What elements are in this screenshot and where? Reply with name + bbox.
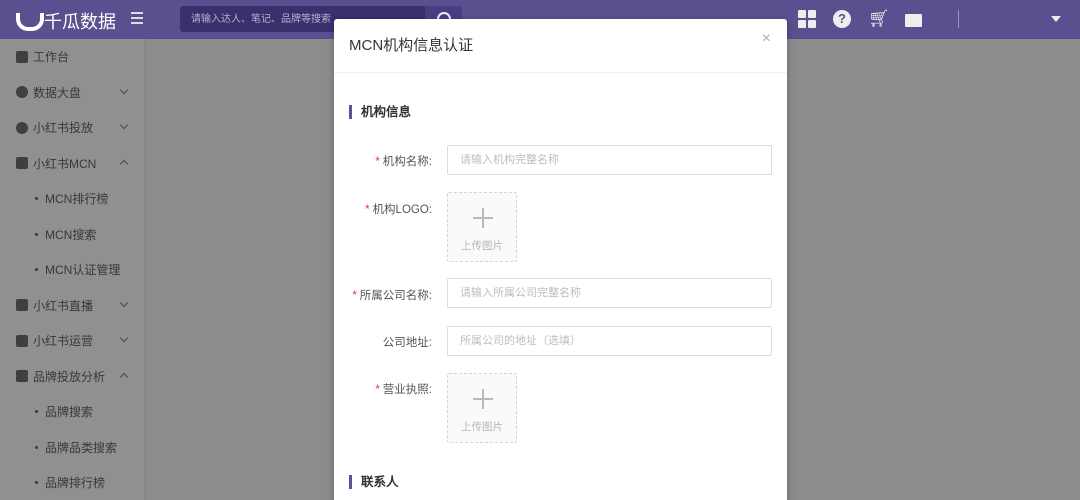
sidebar-item-label: MCN排行榜 [45,192,109,207]
chevron-down-icon [119,298,129,307]
trend-chart-icon [16,370,28,383]
business-license-upload[interactable]: 上传图片 [447,373,517,443]
apps-grid-icon[interactable] [798,10,816,28]
chevron-down-icon [119,120,129,130]
plus-icon [473,208,493,228]
business-license-label: * 营业执照: [334,381,432,397]
logo-icon [14,11,44,31]
close-icon[interactable]: × [762,31,771,47]
sidebar-subitem-brand-ranking[interactable]: 品牌排行榜 [0,465,144,500]
mcn-certification-modal: MCN机构信息认证 × 机构信息 *机构名称: *机构LOGO: 上传图片 *所… [334,19,787,500]
sidebar-subitem-mcn-search[interactable]: MCN搜索 [0,217,144,253]
sidebar-item-label: 小红书MCN [33,156,97,171]
company-name-field[interactable] [447,278,772,308]
modal-header: MCN机构信息认证 × [334,19,787,73]
chevron-down-icon [119,333,129,343]
field-label-text: 机构LOGO: [372,204,432,216]
required-marker: * [365,204,370,216]
upload-label: 上传图片 [461,240,503,252]
chevron-down-icon [119,85,129,94]
video-icon [16,299,28,312]
modal-title: MCN机构信息认证 [349,37,474,54]
sidebar-item-label: MCN认证管理 [45,263,121,278]
sidebar-item-workbench[interactable]: 工作台 [0,39,144,75]
chevron-up-icon [119,159,129,168]
sidebar-item-label: 小红书运营 [33,334,94,349]
section-title-org-info: 机构信息 [349,105,411,119]
sidebar-item-label: 小红书直播 [33,298,94,313]
sidebar-item-xhs-live[interactable]: 小红书直播 [0,288,144,324]
sidebar-item-label: 品牌投放分析 [33,369,106,384]
help-icon[interactable]: ? [833,10,851,28]
org-logo-upload[interactable]: 上传图片 [447,192,517,262]
sidebar-item-label: 品牌搜索 [45,405,94,420]
sidebar-item-xhs-ads[interactable]: 小红书投放 [0,110,144,146]
cart-icon[interactable]: 🛒︎ [868,10,890,28]
sidebar-subitem-brand-category-search[interactable]: 品牌品类搜索 [0,430,144,466]
app-title: 千瓜数据 [44,12,116,32]
sidebar-subitem-mcn-certification[interactable]: MCN认证管理 [0,252,144,288]
sidebar-item-xhs-operations[interactable]: 小红书运营 [0,323,144,359]
plus-icon [473,389,493,409]
sidebar-item-label: 品牌品类搜索 [45,440,118,455]
sidebar-item-label: 数据大盘 [33,85,82,100]
pie-chart-icon [16,86,28,99]
sidebar-item-label: 小红书投放 [33,121,94,136]
sidebar-item-data-overview[interactable]: 数据大盘 [0,75,144,111]
menu-toggle-icon[interactable] [131,12,145,26]
user-menu-caret-icon[interactable] [1051,16,1061,22]
mail-icon[interactable] [905,13,922,27]
required-marker: * [375,156,380,168]
sidebar-item-label: 品牌排行榜 [45,476,106,491]
sidebar-item-label: 工作台 [33,50,70,65]
org-logo-label: * 机构LOGO: [334,201,432,217]
building-icon [16,157,28,170]
org-name-field[interactable] [447,145,772,175]
required-marker: * [352,290,357,302]
section-title-contact: 联系人 [349,475,399,489]
dollar-icon [16,121,28,134]
store-icon [16,334,28,347]
company-address-label: 公司地址: [334,334,432,350]
required-marker: * [375,384,380,396]
top-divider [958,10,959,28]
field-label-text: 所属公司名称: [359,290,432,302]
top-icon-group: ? 🛒︎ [798,10,922,28]
sidebar-item-xhs-mcn[interactable]: 小红书MCN [0,146,144,182]
app-logo[interactable]: 千瓜数据 [14,8,116,34]
sidebar-item-brand-analysis[interactable]: 品牌投放分析 [0,359,144,395]
field-label-text: 营业执照: [382,384,432,396]
chevron-up-icon [119,372,129,381]
dashboard-icon [16,50,28,63]
company-name-label: * 所属公司名称: [334,287,432,303]
upload-label: 上传图片 [461,421,503,433]
sidebar: 工作台 数据大盘 小红书投放 小红书MCN MCN排行榜 MCN搜索 MCN认证… [0,39,145,500]
field-label-text: 公司地址: [382,337,432,349]
org-name-label: * 机构名称: [334,153,432,169]
sidebar-item-label: MCN搜索 [45,227,97,242]
sidebar-subitem-mcn-ranking[interactable]: MCN排行榜 [0,181,144,217]
field-label-text: 机构名称: [382,156,432,168]
sidebar-subitem-brand-search[interactable]: 品牌搜索 [0,394,144,430]
company-address-field[interactable] [447,326,772,356]
